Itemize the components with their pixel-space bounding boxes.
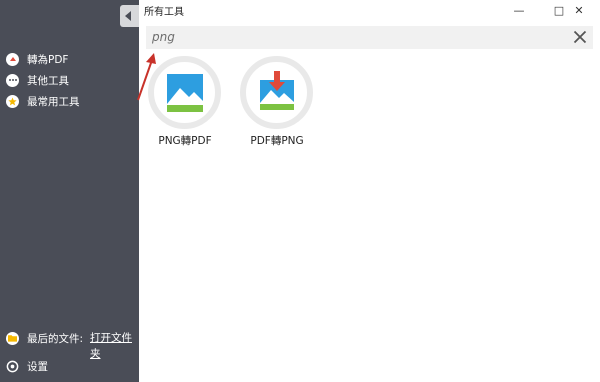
sidebar-item-settings[interactable]: 设置 xyxy=(6,358,48,374)
chevron-left-icon xyxy=(125,11,131,21)
sidebar-item-label: 最常用工具 xyxy=(27,95,80,108)
open-folder-link[interactable]: 打开文件夹 xyxy=(90,330,139,360)
tool-pdf-to-png[interactable]: PDF轉PNG xyxy=(237,56,317,147)
sidebar-item-label: 其他工具 xyxy=(27,74,69,87)
title-bar: 所有工具 — □ ✕ xyxy=(139,0,600,20)
close-icon[interactable] xyxy=(571,28,589,46)
recent-files-label: 最后的文件: xyxy=(27,332,84,345)
tool-icon-circle xyxy=(148,56,221,129)
sidebar-item-label: 轉為PDF xyxy=(27,53,69,66)
gear-icon xyxy=(6,360,19,373)
tool-png-to-pdf[interactable]: PNG轉PDF xyxy=(145,56,225,147)
pdf-to-image-icon xyxy=(260,71,294,110)
convert-pdf-icon xyxy=(6,52,19,66)
recent-files: 最后的文件: xyxy=(6,330,83,346)
minimize-button[interactable]: — xyxy=(499,0,539,20)
tool-label: PNG轉PDF xyxy=(158,135,212,147)
sidebar-item-label: 设置 xyxy=(27,360,48,373)
sidebar-item-other-tools[interactable]: 其他工具 xyxy=(6,72,69,88)
sidebar-item-favorite-tools[interactable]: 最常用工具 xyxy=(6,93,80,109)
search-input[interactable]: png xyxy=(146,26,593,49)
window-title: 所有工具 xyxy=(144,7,184,18)
tool-label: PDF轉PNG xyxy=(250,135,304,147)
search-value: png xyxy=(152,30,175,44)
close-button[interactable]: ✕ xyxy=(559,0,599,20)
sidebar-item-convert-to-pdf[interactable]: 轉為PDF xyxy=(6,51,68,67)
star-icon xyxy=(6,94,19,108)
folder-icon xyxy=(6,331,19,345)
tool-icon-circle xyxy=(240,56,313,129)
image-icon xyxy=(167,74,203,112)
sidebar: 轉為PDF 其他工具 最常用工具 最后的文件: 打开文件夹 设置 xyxy=(0,0,139,382)
collapse-sidebar-button[interactable] xyxy=(120,5,139,27)
more-dots-icon xyxy=(6,73,19,87)
